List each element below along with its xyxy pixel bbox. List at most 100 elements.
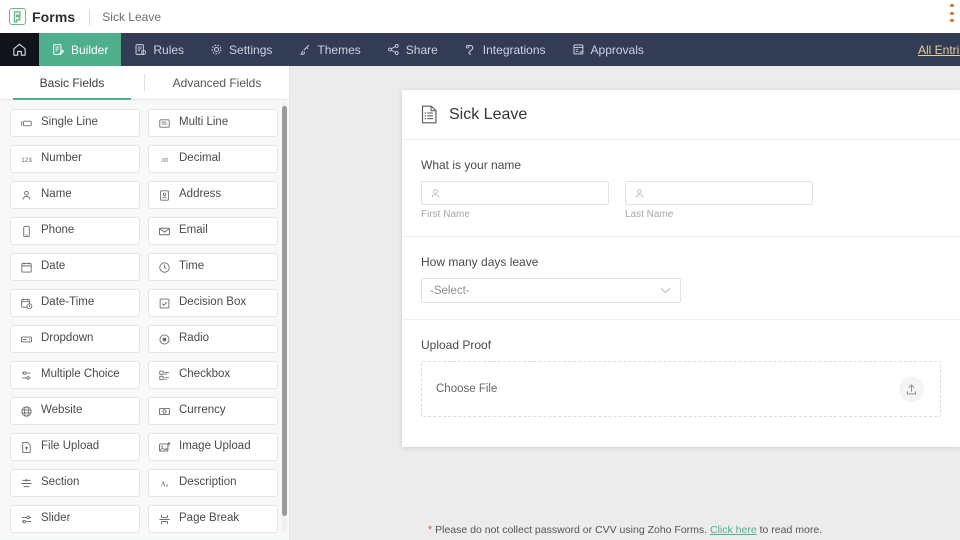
field-chip-dropdown[interactable]: Dropdown — [10, 325, 140, 353]
field-chip-single-line[interactable]: Single Line — [10, 109, 140, 137]
days-select[interactable]: -Select- — [421, 278, 681, 303]
field-chip-description[interactable]: Aa Description — [148, 469, 278, 497]
field-chip-label: Date — [41, 260, 66, 273]
home-icon[interactable] — [0, 33, 39, 66]
field-chip-time[interactable]: Time — [148, 253, 278, 281]
upload-icon[interactable] — [899, 376, 924, 402]
field-chip-label: Section — [41, 476, 80, 489]
last-name-sublabel: Last Name — [625, 209, 674, 220]
dropdown-icon — [20, 333, 33, 346]
field-chip-decimal[interactable]: .00 Decimal — [148, 145, 278, 173]
nav-item-builder[interactable]: Builder — [39, 33, 122, 66]
field-chip-label: Description — [179, 476, 237, 489]
first-name-input[interactable] — [421, 181, 609, 205]
envelope-icon — [158, 225, 171, 238]
field-chip-file-upload[interactable]: File Upload — [10, 433, 140, 461]
nav-item-settings[interactable]: Settings — [197, 33, 285, 66]
form-field-upload[interactable]: Upload Proof Choose File — [402, 320, 960, 447]
field-chip-label: Website — [41, 404, 83, 417]
field-chip-label: Multi Line — [179, 116, 229, 129]
field-chip-multi-line[interactable]: Multi Line — [148, 109, 278, 137]
field-label: How many days leave — [421, 255, 539, 269]
field-chip-multiple-choice[interactable]: Multiple Choice — [10, 361, 140, 389]
description-icon: Aa — [158, 477, 171, 490]
section-icon — [20, 477, 33, 490]
field-chip-number[interactable]: 123 Number — [10, 145, 140, 173]
nav-item-rules[interactable]: Rules — [121, 33, 197, 66]
field-chip-section[interactable]: Section — [10, 469, 140, 497]
all-entries-link[interactable]: All Entries — [918, 33, 960, 66]
field-chip-date-time[interactable]: Date-Time — [10, 289, 140, 317]
last-name-input[interactable] — [625, 181, 813, 205]
svg-text:.00: .00 — [161, 157, 169, 163]
nav-label: Share — [405, 42, 438, 57]
field-label: What is your name — [421, 158, 522, 172]
footer-disclaimer: * Please do not collect password or CVV … — [290, 524, 960, 536]
field-chip-label: Time — [179, 260, 205, 273]
form-title: Sick Leave — [449, 105, 528, 123]
file-dropzone[interactable]: Choose File — [421, 361, 941, 417]
share-icon — [387, 43, 400, 56]
field-chip-phone[interactable]: Phone — [10, 217, 140, 245]
file-upload-icon — [20, 441, 33, 454]
person-icon — [634, 188, 645, 199]
nav-item-approvals[interactable]: Approvals — [559, 33, 657, 66]
nav-item-share[interactable]: Share — [374, 33, 451, 66]
fields-panel-scrollbar[interactable] — [282, 102, 287, 532]
field-chip-email[interactable]: Email — [148, 217, 278, 245]
field-chip-label: Number — [41, 152, 82, 165]
field-chip-label: Email — [179, 224, 208, 237]
field-chip-radio[interactable]: Radio — [148, 325, 278, 353]
field-chip-page-break[interactable]: Page Break — [148, 505, 278, 533]
required-asterisk: * — [427, 524, 433, 536]
number-icon: 123 — [20, 153, 33, 166]
top-bar: Forms Sick Leave — [0, 0, 960, 33]
field-chip-label: Slider — [41, 512, 71, 525]
form-field-name[interactable]: What is your name First Name Last Name — [402, 140, 960, 237]
field-chip-slider[interactable]: Slider — [10, 505, 140, 533]
field-chip-currency[interactable]: Currency — [148, 397, 278, 425]
integrations-icon — [464, 43, 477, 56]
person-icon — [20, 189, 33, 202]
field-chip-website[interactable]: Website — [10, 397, 140, 425]
field-chip-label: Decimal — [179, 152, 221, 165]
tab-basic-fields[interactable]: Basic Fields — [0, 66, 144, 100]
nav-label: Builder — [71, 42, 109, 57]
field-chip-label: Radio — [179, 332, 210, 345]
nav-item-integrations[interactable]: Integrations — [451, 33, 559, 66]
choose-file-label: Choose File — [436, 383, 498, 395]
field-chip-name[interactable]: Name — [10, 181, 140, 209]
more-options-icon[interactable] — [950, 4, 960, 22]
workspace: Basic Fields Advanced Fields Single Line… — [0, 66, 960, 540]
form-canvas: Sick Leave What is your name First Name — [290, 66, 960, 540]
multi-line-icon — [158, 117, 171, 130]
single-line-icon — [20, 117, 33, 130]
field-chip-image-upload[interactable]: Image Upload — [148, 433, 278, 461]
rules-icon — [134, 43, 147, 56]
form-field-days[interactable]: How many days leave -Select- — [402, 237, 960, 320]
field-chip-address[interactable]: Address — [148, 181, 278, 209]
field-chip-label: Decision Box — [179, 296, 247, 309]
footer-text-before: Please do not collect password or CVV us… — [435, 524, 708, 536]
nav-label: Approvals — [590, 42, 644, 57]
zoho-forms-logo-icon — [9, 8, 26, 25]
field-chip-label: File Upload — [41, 440, 100, 453]
nav-item-themes[interactable]: Themes — [285, 33, 373, 66]
builder-icon — [52, 43, 65, 56]
decimal-icon: .00 — [158, 153, 171, 166]
gear-icon — [210, 43, 223, 56]
field-chip-checkbox[interactable]: Checkbox — [148, 361, 278, 389]
field-chip-date[interactable]: Date — [10, 253, 140, 281]
click-here-link[interactable]: Click here — [710, 524, 757, 536]
tab-label: Advanced Fields — [172, 75, 262, 90]
clock-icon — [158, 261, 171, 274]
svg-text:a: a — [166, 482, 169, 488]
currency-icon — [158, 405, 171, 418]
tab-advanced-fields[interactable]: Advanced Fields — [145, 66, 289, 99]
form-preview-card: Sick Leave What is your name First Name — [402, 90, 960, 447]
days-select-value: -Select- — [430, 284, 470, 297]
field-chip-decision-box[interactable]: Decision Box — [148, 289, 278, 317]
brush-icon — [298, 43, 311, 56]
calendar-icon — [20, 261, 33, 274]
footer-text-after: to read more. — [759, 524, 823, 536]
